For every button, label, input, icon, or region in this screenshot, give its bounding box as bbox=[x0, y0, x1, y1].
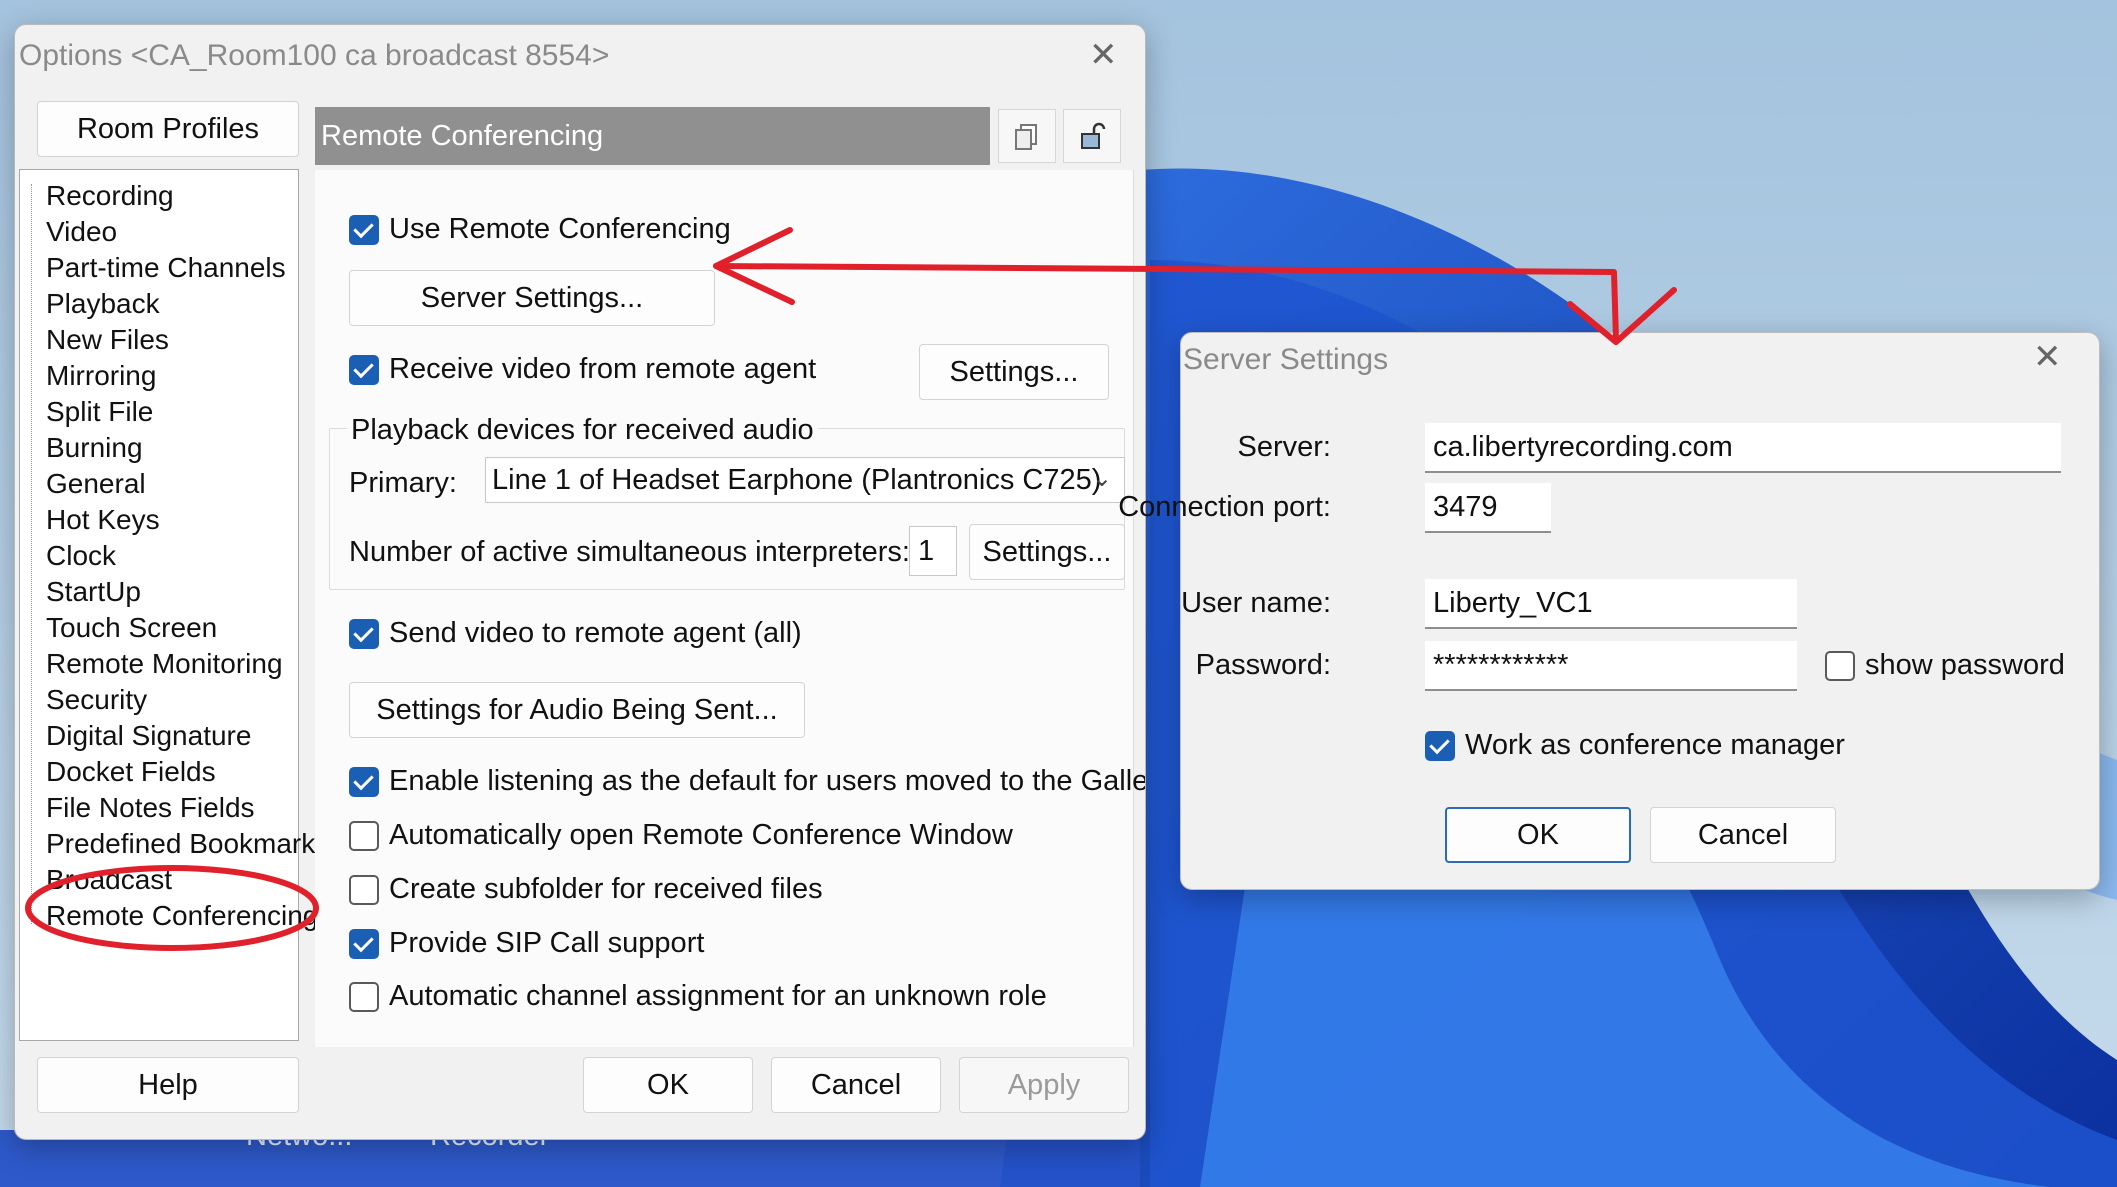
arrow-line bbox=[713, 263, 1619, 343]
annotation-overlay bbox=[25, 227, 1677, 951]
arrow-head-down bbox=[1567, 287, 1677, 345]
highlight-ellipse bbox=[25, 865, 319, 951]
